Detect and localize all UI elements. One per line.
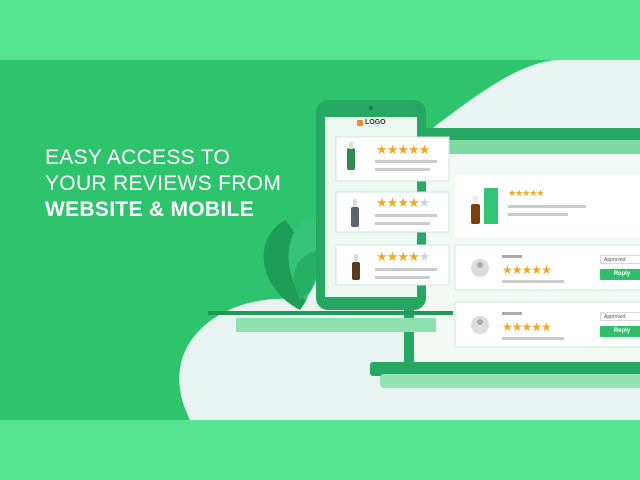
star-icon: ★ — [521, 263, 533, 277]
product-bottle — [471, 204, 480, 224]
avatar-head — [477, 262, 483, 268]
text-line — [375, 268, 437, 271]
star-icon: ★ — [502, 320, 513, 334]
star-icon: ★ — [376, 195, 388, 210]
text-line — [502, 312, 522, 315]
star-icon: ★ — [376, 142, 388, 157]
phone-review-1-rating: ★★★★★ — [376, 142, 431, 157]
star-icon: ★ — [397, 249, 409, 264]
web-review-2-rating: ★★★★★ — [502, 320, 552, 334]
text-line — [375, 214, 437, 217]
text-line — [502, 280, 564, 283]
phone-shadow — [236, 318, 436, 332]
product-bottle — [347, 148, 355, 170]
star-icon: ★ — [541, 320, 552, 334]
text-line — [375, 168, 430, 171]
phone-review-3-rating: ★★★★★ — [376, 249, 431, 264]
text-line — [508, 205, 586, 208]
laptop-base — [370, 362, 640, 376]
bottom-band — [0, 420, 640, 480]
text-line — [375, 160, 437, 163]
star-icon: ★ — [521, 320, 533, 334]
text-line — [502, 337, 564, 340]
text-line — [502, 255, 522, 258]
product-dropper — [353, 199, 357, 207]
review-2-status-select[interactable]: Approved — [600, 312, 640, 321]
phone-shelf — [208, 311, 453, 315]
star-icon: ★ — [397, 142, 409, 157]
star-icon: ★ — [541, 263, 552, 277]
star-icon: ★ — [536, 188, 544, 198]
star-icon: ★ — [386, 195, 399, 210]
star-icon: ★ — [531, 263, 542, 277]
headline: EASY ACCESS TO YOUR REVIEWS FROM WEBSITE… — [45, 145, 281, 223]
review-2-reply-button[interactable]: Reply — [600, 326, 640, 337]
headline-line-2: YOUR REVIEWS FROM — [45, 172, 282, 195]
text-line — [375, 222, 430, 225]
product-box — [484, 188, 498, 224]
star-icon: ★ — [511, 263, 523, 277]
star-icon: ★ — [407, 249, 420, 264]
star-icon: ★ — [511, 320, 523, 334]
banner: EASY ACCESS TO YOUR REVIEWS FROM WEBSITE… — [0, 0, 640, 480]
product-dropper — [349, 142, 353, 149]
star-icon: ★ — [531, 320, 542, 334]
star-icon: ★ — [418, 195, 431, 210]
product-bottle — [352, 262, 360, 280]
logo-text: LOGO — [365, 119, 386, 126]
product-dropper — [354, 254, 358, 262]
text-line — [375, 276, 430, 279]
text-line — [508, 213, 568, 216]
star-icon: ★ — [386, 249, 399, 264]
illustration — [0, 60, 640, 480]
star-icon: ★ — [386, 142, 399, 157]
phone-logo: LOGO — [357, 119, 386, 126]
star-icon: ★ — [502, 263, 513, 277]
avatar-head — [477, 319, 483, 325]
headline-line-3: WEBSITE & MOBILE — [45, 198, 254, 221]
laptop-base-shadow — [380, 374, 640, 388]
product-rating: ★★★★★ — [508, 188, 544, 198]
star-icon: ★ — [418, 249, 431, 264]
review-1-status-select[interactable]: Approved — [600, 255, 640, 264]
logo-mark-icon — [357, 119, 363, 126]
phone-camera — [369, 106, 373, 110]
review-1-reply-button[interactable]: Reply — [600, 269, 640, 280]
star-icon: ★ — [376, 249, 388, 264]
web-review-1-rating: ★★★★★ — [502, 263, 552, 277]
star-icon: ★ — [407, 195, 420, 210]
star-icon: ★ — [397, 195, 409, 210]
star-icon: ★ — [418, 142, 431, 157]
product-dropper — [473, 196, 478, 204]
product-bottle — [351, 207, 359, 227]
star-icon: ★ — [407, 142, 420, 157]
headline-line-1: EASY ACCESS TO — [45, 146, 231, 169]
phone-review-2-rating: ★★★★★ — [376, 195, 431, 210]
